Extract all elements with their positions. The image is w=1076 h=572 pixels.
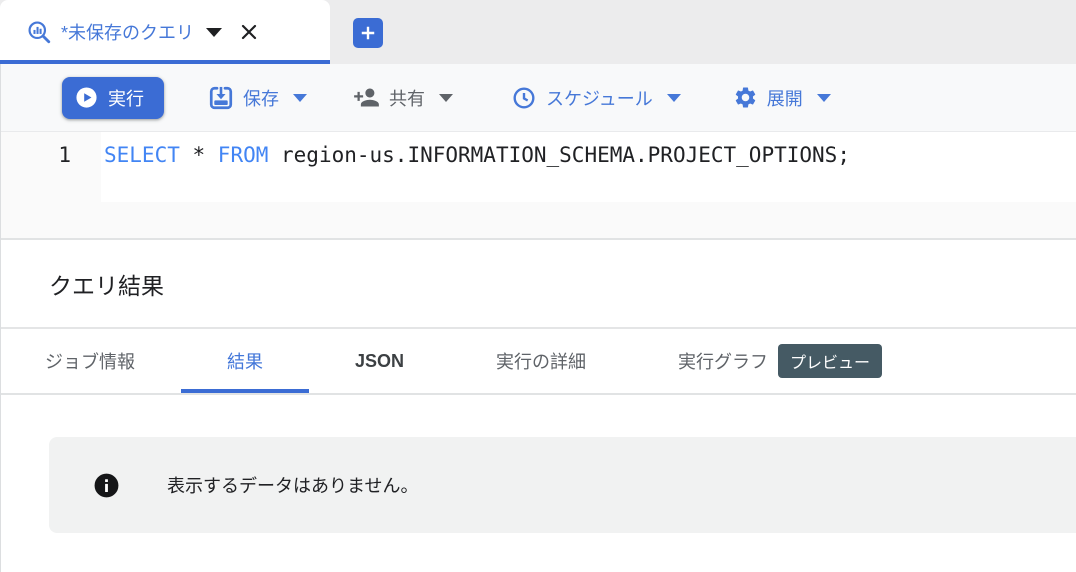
query-results-title: クエリ結果 (49, 272, 164, 299)
share-menu-button[interactable]: 共有 (353, 84, 453, 111)
expand-label: 展開 (766, 88, 803, 109)
run-button-label: 実行 (108, 88, 144, 109)
new-tab-button[interactable] (353, 18, 383, 48)
person-add-icon (353, 84, 380, 111)
tab-caret-down-icon[interactable] (206, 27, 223, 37)
save-menu-button[interactable]: 保存 (208, 85, 307, 111)
editor-bottom-spacer (1, 202, 1076, 240)
schedule-caret-down-icon (666, 93, 681, 102)
save-icon (208, 85, 234, 111)
query-toolbar: 実行 保存 共有 スケジュール 展開 (1, 64, 1076, 132)
share-caret-down-icon (439, 93, 453, 102)
info-icon (93, 472, 120, 499)
results-tab-bar: ジョブ情報 結果 JSON 実行の詳細 実行グラフ プレビュー (1, 329, 1076, 395)
run-button[interactable]: 実行 (62, 76, 164, 119)
active-tab-underline (0, 60, 330, 64)
no-data-banner: 表示するデータはありません。 (49, 437, 1076, 533)
active-results-tab-underline (181, 389, 309, 393)
share-label: 共有 (389, 88, 425, 109)
editor-gutter-line-number: 1 (1, 132, 101, 202)
tab-json[interactable]: JSON (309, 329, 450, 393)
tab-label: 結果 (227, 352, 263, 372)
plus-icon (357, 22, 379, 44)
tab-execution-details[interactable]: 実行の詳細 (450, 329, 632, 393)
results-body: 表示するデータはありません。 (1, 395, 1076, 572)
tab-label: 実行グラフ (678, 352, 769, 372)
play-circle-icon (75, 86, 98, 109)
sql-text: * (179, 143, 218, 167)
tab-results[interactable]: 結果 (181, 329, 309, 393)
code-line: SELECT * FROM region-us.INFORMATION_SCHE… (104, 143, 850, 167)
expand-menu-button[interactable]: 展開 (733, 85, 831, 111)
tab-title: *未保存のクエリ (61, 23, 195, 43)
tab-label: JSON (355, 350, 405, 371)
query-results-header: クエリ結果 (1, 240, 1076, 329)
gear-icon (733, 85, 758, 110)
save-caret-down-icon (293, 93, 307, 102)
query-tab[interactable]: *未保存のクエリ (0, 0, 330, 64)
no-data-message: 表示するデータはありません。 (167, 476, 419, 496)
tab-label: ジョブ情報 (45, 352, 135, 372)
tab-label: 実行の詳細 (496, 352, 587, 372)
tab-execution-graph[interactable]: 実行グラフ プレビュー (632, 329, 928, 393)
preview-badge: プレビュー (778, 344, 883, 378)
query-magnifier-icon (26, 19, 52, 45)
editor-tab-strip: *未保存のクエリ (0, 0, 1076, 64)
query-editor-panel: 実行 保存 共有 スケジュール 展開 1 SELECT * FROM regio… (0, 64, 1076, 572)
sql-editor: 1 SELECT * FROM region-us.INFORMATION_SC… (1, 132, 1076, 202)
clock-icon (511, 85, 537, 111)
schedule-menu-button[interactable]: スケジュール (511, 85, 681, 111)
sql-keyword: SELECT (104, 143, 180, 167)
tab-job-information[interactable]: ジョブ情報 (1, 329, 181, 393)
save-label: 保存 (243, 88, 279, 109)
sql-keyword: FROM (217, 143, 269, 167)
sql-text: region-us.INFORMATION_SCHEMA.PROJECT_OPT… (268, 143, 850, 167)
sql-code-line[interactable]: SELECT * FROM region-us.INFORMATION_SCHE… (101, 132, 1076, 202)
expand-caret-down-icon (816, 93, 831, 102)
schedule-label: スケジュール (546, 88, 653, 109)
tab-close-icon[interactable] (237, 20, 261, 44)
